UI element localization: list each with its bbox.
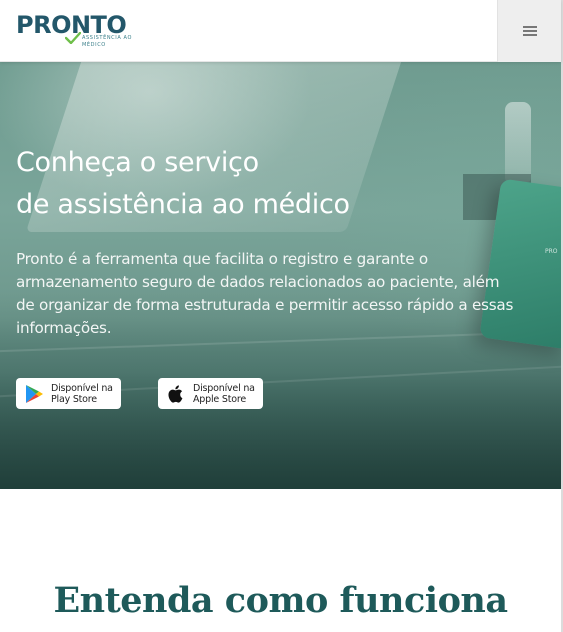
- menu-button[interactable]: [497, 0, 561, 62]
- phone-screen-text: PRO: [545, 248, 558, 255]
- page: PRONTO ASSISTÊNCIA AO MÉDICO PRO Conheça…: [0, 0, 563, 632]
- apple-store-line1: Disponível na: [193, 382, 255, 394]
- apple-store-button[interactable]: Disponível na Apple Store: [158, 378, 263, 409]
- section-title: Entenda como funciona: [53, 580, 508, 621]
- apple-store-line2: Apple Store: [193, 393, 246, 405]
- hero-title-line1: Conheça o serviço: [16, 147, 259, 178]
- apple-store-label: Disponível na Apple Store: [193, 383, 255, 405]
- hero-description: Pronto é a ferramenta que facilita o reg…: [16, 250, 514, 337]
- play-store-line2: Play Store: [51, 393, 97, 405]
- hamburger-menu-icon: [522, 26, 537, 36]
- hero-title-line2: de assistência ao médico: [16, 189, 350, 220]
- logo-check-icon: [65, 32, 81, 44]
- play-store-label: Disponível na Play Store: [51, 383, 113, 405]
- logo-tagline: ASSISTÊNCIA AO MÉDICO: [82, 35, 133, 48]
- hero-background-bottle: [505, 102, 531, 182]
- google-play-icon: [26, 384, 43, 403]
- apple-icon: [168, 384, 183, 403]
- site-header: PRONTO ASSISTÊNCIA AO MÉDICO: [0, 0, 561, 62]
- pronto-logo[interactable]: PRONTO ASSISTÊNCIA AO MÉDICO: [16, 10, 131, 54]
- hero-title: Conheça o serviço de assistência ao médi…: [16, 142, 496, 226]
- hero-section: PRO Conheça o serviço de assistência ao …: [0, 62, 561, 489]
- play-store-line1: Disponível na: [51, 382, 113, 394]
- play-store-button[interactable]: Disponível na Play Store: [16, 378, 121, 409]
